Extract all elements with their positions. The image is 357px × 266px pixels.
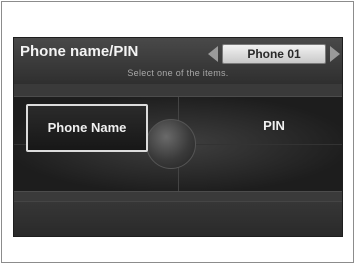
current-phone-label[interactable]: Phone 01 <box>222 44 326 64</box>
phone-selector: Phone 01 <box>208 44 340 64</box>
phone-name-button[interactable]: Phone Name <box>26 104 148 152</box>
previous-phone-arrow-icon[interactable] <box>208 46 218 62</box>
instruction-text: Select one of the items. <box>127 68 229 78</box>
screen-footer <box>14 201 342 236</box>
page-title: Phone name/PIN <box>20 43 139 60</box>
screen-header: Phone name/PIN Phone 01 Select one of th… <box>14 38 342 84</box>
figure-frame: Phone name/PIN Phone 01 Select one of th… <box>1 1 354 263</box>
pin-button[interactable]: PIN <box>234 104 314 148</box>
nav-screen: Phone name/PIN Phone 01 Select one of th… <box>13 37 343 237</box>
interface-dial-icon <box>146 119 196 169</box>
next-phone-arrow-icon[interactable] <box>330 46 340 62</box>
